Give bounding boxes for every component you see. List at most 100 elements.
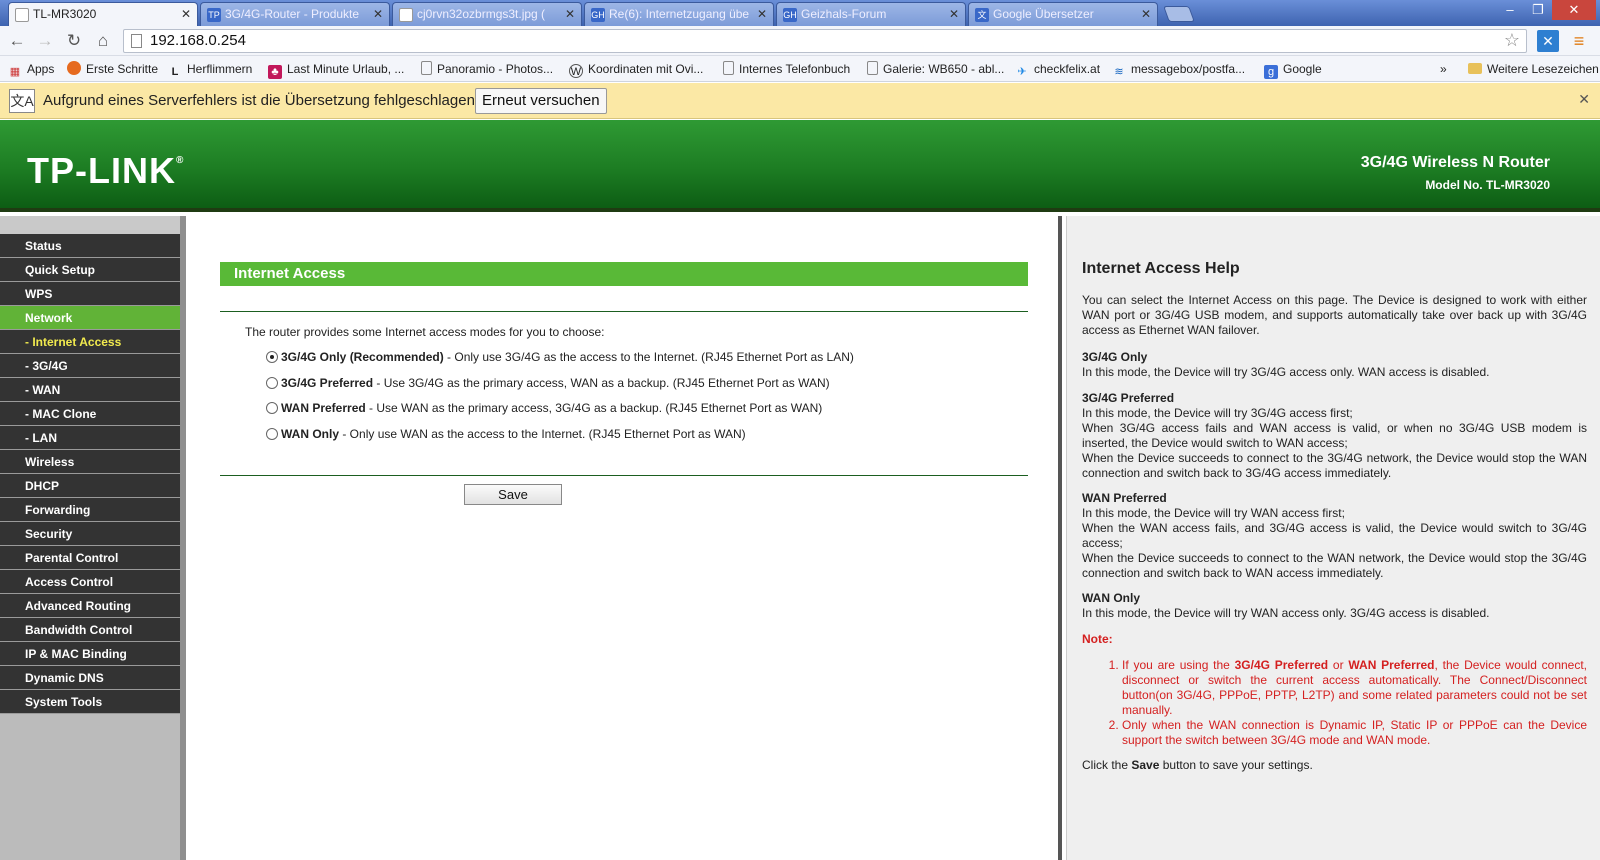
address-bar[interactable]: 192.168.0.254 ☆ (123, 29, 1527, 53)
tab-produkte[interactable]: TP 3G/4G-Router - Produkte ✕ (200, 2, 390, 26)
tplink-icon: TP (207, 8, 221, 22)
home-icon[interactable]: ⌂ (92, 30, 114, 52)
message-icon: ≋ (1114, 66, 1124, 78)
tplink-logo: TP-LINK® (27, 150, 185, 191)
option-3g4g-preferred[interactable]: 3G/4G Preferred - Use 3G/4G as the prima… (266, 376, 830, 390)
menu-mac-clone[interactable]: - MAC Clone (0, 402, 180, 426)
help-intro: You can select the Internet Access on th… (1082, 293, 1587, 337)
bookmark-last-minute[interactable]: ♣ Last Minute Urlaub, ... (268, 60, 404, 79)
bookmark-galerie[interactable]: Galerie: WB650 - abl... (867, 60, 1004, 78)
close-tab-icon[interactable]: ✕ (565, 3, 575, 26)
browser-toolbar: ← → ↻ ⌂ 192.168.0.254 ☆ ✕ ≡ (0, 26, 1600, 56)
help-title: Internet Access Help (1082, 260, 1240, 277)
option-wan-preferred[interactable]: WAN Preferred - Use WAN as the primary a… (266, 401, 822, 415)
tab-google-uebersetzer[interactable]: 文 Google Übersetzer ✕ (968, 2, 1158, 26)
menu-forwarding[interactable]: Forwarding (0, 498, 180, 522)
chrome-menu-icon[interactable]: ≡ (1568, 30, 1590, 52)
menu-access-control[interactable]: Access Control (0, 570, 180, 594)
bookmark-telefonbuch[interactable]: Internes Telefonbuch (723, 60, 850, 78)
option-3g4g-only[interactable]: 3G/4G Only (Recommended) - Only use 3G/4… (266, 350, 854, 364)
apps-grid-icon: ▦ (9, 66, 21, 78)
window-close-icon[interactable]: ✕ (1552, 0, 1596, 20)
menu-bandwidth-control[interactable]: Bandwidth Control (0, 618, 180, 642)
close-tab-icon[interactable]: ✕ (949, 3, 959, 26)
radio-3g4g-preferred[interactable] (266, 377, 278, 389)
menu-parental-control[interactable]: Parental Control (0, 546, 180, 570)
tab-jpg[interactable]: cj0rvn32ozbrmgs3t.jpg ( ✕ (392, 2, 582, 26)
back-arrow-icon[interactable]: ← (6, 30, 28, 52)
radio-wan-only[interactable] (266, 428, 278, 440)
menu-status[interactable]: Status (0, 234, 180, 258)
radio-wan-preferred[interactable] (266, 402, 278, 414)
option-wan-only[interactable]: WAN Only - Only use WAN as the access to… (266, 427, 746, 441)
tab-title: Re(6): Internetzugang übe (609, 7, 750, 21)
menu-3g4g[interactable]: - 3G/4G (0, 354, 180, 378)
tab-title: TL-MR3020 (33, 7, 97, 21)
close-tab-icon[interactable]: ✕ (373, 3, 383, 26)
close-tab-icon[interactable]: ✕ (181, 3, 191, 26)
note-item-1: If you are using the 3G/4G Preferred or … (1122, 658, 1587, 718)
save-button[interactable]: Save (464, 484, 562, 505)
tab-title: cj0rvn32ozbrmgs3t.jpg ( (417, 7, 546, 21)
page-icon (399, 8, 413, 22)
help-wan-preferred: WAN Preferred In this mode, the Device w… (1082, 491, 1587, 580)
menu-security[interactable]: Security (0, 522, 180, 546)
other-bookmarks[interactable]: Weitere Lesezeichen (1468, 60, 1599, 78)
tab-re6[interactable]: GH Re(6): Internetzugang übe ✕ (584, 2, 774, 26)
maximize-icon[interactable]: ❐ (1524, 0, 1552, 20)
help-panel: Internet Access Help You can select the … (1066, 216, 1600, 860)
geizhals-icon: GH (591, 8, 605, 22)
bookmark-google[interactable]: g Google (1264, 60, 1322, 79)
help-note-list: If you are using the 3G/4G Preferred or … (1082, 658, 1587, 748)
url-text[interactable]: 192.168.0.254 (150, 32, 246, 49)
palm-icon: ♣ (268, 65, 282, 79)
minimize-icon[interactable]: – (1496, 0, 1524, 20)
menu-system-tools[interactable]: System Tools (0, 690, 180, 714)
bookmark-star-icon[interactable]: ☆ (1504, 30, 1520, 51)
help-3g4g-preferred: 3G/4G Preferred In this mode, the Device… (1082, 391, 1587, 480)
wordpress-icon: W (569, 64, 583, 78)
bookmark-koordinaten[interactable]: W Koordinaten mit Ovi... (569, 60, 703, 78)
close-tab-icon[interactable]: ✕ (757, 3, 767, 26)
extension-icon[interactable]: ✕ (1537, 30, 1559, 52)
menu-internet-access[interactable]: - Internet Access (0, 330, 180, 354)
tab-tl-mr3020[interactable]: TL-MR3020 ✕ (8, 2, 198, 26)
menu-dhcp[interactable]: DHCP (0, 474, 180, 498)
tab-geizhals-forum[interactable]: GH Geizhals-Forum ✕ (776, 2, 966, 26)
bookmark-apps[interactable]: ▦ Apps (8, 60, 55, 78)
l-icon: L (171, 66, 179, 78)
close-infobar-icon[interactable]: ✕ (1578, 91, 1590, 108)
translate-icon: 文A (9, 89, 35, 113)
help-wan-only: WAN Only In this mode, the Device will t… (1082, 591, 1490, 620)
help-footer: Click the Save button to save your setti… (1082, 758, 1313, 772)
bookmark-checkfelix[interactable]: ✈ checkfelix.at (1015, 60, 1100, 78)
bookmark-erste-schritte[interactable]: Erste Schritte (67, 60, 158, 78)
radio-3g4g-only[interactable] (266, 351, 278, 363)
bookmarks-overflow-chevron-icon[interactable]: » (1440, 60, 1447, 78)
menu-wan[interactable]: - WAN (0, 378, 180, 402)
tab-title: Geizhals-Forum (801, 7, 887, 21)
menu-ip-mac-binding[interactable]: IP & MAC Binding (0, 642, 180, 666)
new-tab-button[interactable] (1163, 6, 1195, 22)
menu-advanced-routing[interactable]: Advanced Routing (0, 594, 180, 618)
google-icon: g (1264, 65, 1278, 79)
retry-button[interactable]: Erneut versuchen (475, 88, 607, 114)
menu-wireless[interactable]: Wireless (0, 450, 180, 474)
page-icon (131, 34, 142, 48)
close-tab-icon[interactable]: ✕ (1141, 3, 1151, 26)
menu-wps[interactable]: WPS (0, 282, 180, 306)
menu-network[interactable]: Network (0, 306, 180, 330)
menu-quick-setup[interactable]: Quick Setup (0, 258, 180, 282)
bookmark-panoramio[interactable]: Panoramio - Photos... (421, 60, 553, 78)
menu-dynamic-dns[interactable]: Dynamic DNS (0, 666, 180, 690)
bookmark-herflimmern[interactable]: L Herflimmern (168, 60, 253, 78)
translate-icon: 文 (975, 8, 989, 22)
forward-arrow-icon[interactable]: → (34, 30, 56, 52)
menu-lan[interactable]: - LAN (0, 426, 180, 450)
browser-tab-bar: TL-MR3020 ✕ TP 3G/4G-Router - Produkte ✕… (0, 0, 1600, 26)
tab-title: Google Übersetzer (993, 7, 1094, 21)
note-item-2: Only when the WAN connection is Dynamic … (1122, 718, 1587, 748)
reload-icon[interactable]: ↻ (63, 30, 85, 52)
translate-infobar: 文A Aufgrund eines Serverfehlers ist die … (0, 83, 1600, 119)
bookmark-messagebox[interactable]: ≋ messagebox/postfa... (1112, 60, 1245, 78)
